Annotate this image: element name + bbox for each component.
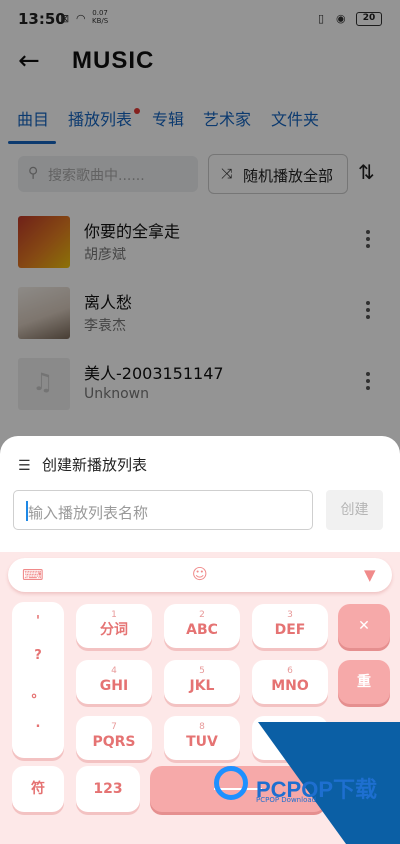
punct-key[interactable]: 。 xyxy=(12,682,64,701)
create-button[interactable]: 创建 xyxy=(326,490,383,530)
punct-key[interactable]: ' xyxy=(12,614,64,629)
key-4[interactable]: 4 GHI xyxy=(76,660,152,704)
delete-icon: ✕ xyxy=(358,618,370,634)
emoji-icon[interactable]: ☺ xyxy=(192,565,208,583)
key-number: 4 xyxy=(111,666,117,676)
key-label: MNO xyxy=(271,678,309,694)
key-label: JKL xyxy=(189,678,215,694)
key-number: 1 xyxy=(111,610,117,620)
key-number: 5 xyxy=(199,666,205,676)
key-2[interactable]: 2 ABC xyxy=(164,604,240,648)
key-5[interactable]: 5 JKL xyxy=(164,660,240,704)
text-cursor xyxy=(26,501,28,521)
key-number: 6 xyxy=(287,666,293,676)
numeric-label: 123 xyxy=(93,781,123,797)
punctuation-column[interactable]: ' ? 。 . xyxy=(12,602,64,758)
watermark-logo xyxy=(214,766,248,800)
key-6[interactable]: 6 MNO xyxy=(252,660,328,704)
key-label: DEF xyxy=(274,622,306,638)
playlist-name-placeholder: 输入播放列表名称 xyxy=(28,504,149,522)
symbol-key[interactable]: 符 xyxy=(12,766,64,812)
key-7[interactable]: 7 PQRS xyxy=(76,716,152,760)
symbol-label: 符 xyxy=(31,781,45,797)
key-8[interactable]: 8 TUV xyxy=(164,716,240,760)
delete-key[interactable]: ✕ xyxy=(338,604,390,648)
keyboard-toolbar: ⌨ ☺ ▼ xyxy=(8,558,392,592)
numeric-key[interactable]: 123 xyxy=(76,766,140,812)
collapse-keyboard-icon[interactable]: ▼ xyxy=(364,566,376,584)
key-label: TUV xyxy=(186,734,218,750)
key-3[interactable]: 3 DEF xyxy=(252,604,328,648)
key-number: 3 xyxy=(287,610,293,620)
playlist-add-icon: ☰ xyxy=(18,458,31,474)
reenter-key[interactable]: 重 xyxy=(338,660,390,704)
sheet-title: 创建新播放列表 xyxy=(42,456,148,474)
key-label: PQRS xyxy=(92,734,136,750)
key-label: GHI xyxy=(99,678,129,694)
key-label: ABC xyxy=(186,622,218,638)
watermark-subtext: PCPOP Download xyxy=(256,796,317,804)
punct-key[interactable]: . xyxy=(12,716,64,731)
key-1[interactable]: 1 分词 xyxy=(76,604,152,648)
playlist-name-input[interactable]: 输入播放列表名称 xyxy=(13,490,313,530)
key-number: 8 xyxy=(199,722,205,732)
key-number: 7 xyxy=(111,722,117,732)
reenter-label: 重 xyxy=(357,674,371,690)
punct-key[interactable]: ? xyxy=(12,648,64,663)
key-label: 分词 xyxy=(100,622,128,638)
keyboard-icon[interactable]: ⌨ xyxy=(22,566,44,584)
key-number: 2 xyxy=(199,610,205,620)
